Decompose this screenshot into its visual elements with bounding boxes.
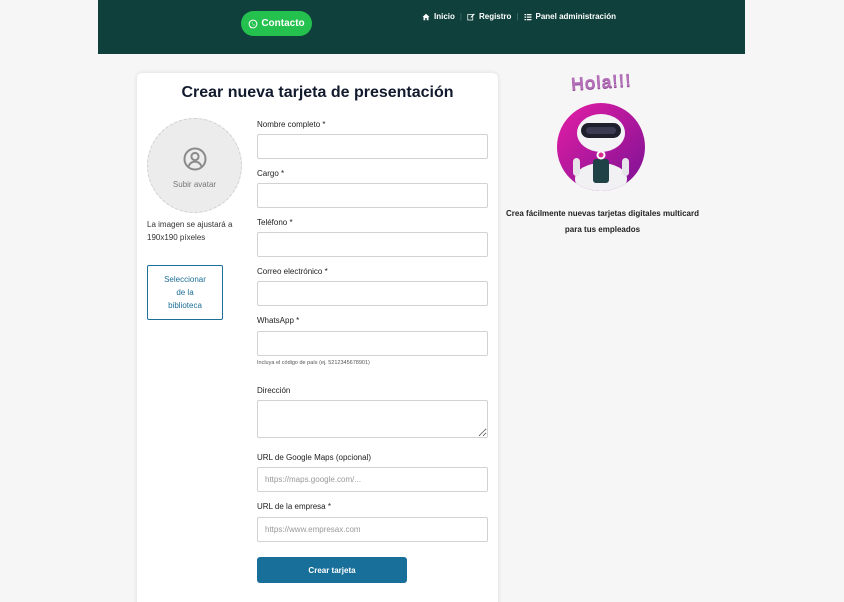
maps-url-field[interactable]	[257, 467, 488, 492]
company-url-label: URL de la empresa *	[257, 502, 331, 511]
nav-item-panel[interactable]: Panel administración	[524, 12, 616, 21]
address-label: Dirección	[257, 386, 291, 395]
nav-separator: |	[459, 12, 462, 21]
nav-label-inicio: Inicio	[434, 12, 455, 21]
edit-icon	[467, 13, 475, 20]
main-nav: Inicio | Registro | Panel administración	[422, 12, 616, 21]
full-name-label: Nombre completo *	[257, 120, 326, 129]
select-from-library-button[interactable]: Seleccionar de la biblioteca	[147, 265, 223, 320]
company-url-field[interactable]	[257, 517, 488, 542]
home-icon	[422, 13, 430, 20]
address-field[interactable]	[257, 400, 488, 438]
nav-label-registro: Registro	[478, 12, 512, 21]
avatar-label: Subir avatar	[172, 179, 217, 189]
avatar-upload[interactable]: Subir avatar	[147, 118, 242, 213]
create-card-button[interactable]: Crear tarjeta	[257, 557, 407, 583]
phone-field[interactable]	[257, 232, 488, 257]
nav-item-registro[interactable]: Registro	[467, 12, 511, 21]
contact-button[interactable]: Contacto	[241, 11, 312, 36]
create-card-form: Crear nueva tarjeta de presentación Subi…	[137, 73, 498, 602]
promo-text: Crea fácilmente nuevas tarjetas digitale…	[506, 209, 699, 234]
position-label: Cargo *	[257, 169, 285, 178]
phone-label: Teléfono *	[257, 218, 293, 227]
whatsapp-hint: Incluya el código de país (ej. 521234567…	[257, 360, 370, 366]
nav-item-inicio[interactable]: Inicio	[422, 12, 455, 21]
greeting-heading: Hola!!!	[570, 69, 633, 95]
whatsapp-icon	[248, 19, 258, 28]
maps-url-label: URL de Google Maps (opcional)	[257, 453, 371, 462]
email-field[interactable]	[257, 281, 488, 306]
image-size-note: La imagen se ajustará a 190x190 píxeles	[147, 220, 233, 242]
contact-button-label: Contacto	[261, 18, 305, 29]
whatsapp-field[interactable]	[257, 331, 488, 356]
list-icon	[524, 13, 531, 20]
robot-mascot-icon	[557, 103, 645, 191]
email-label: Correo electrónico *	[257, 267, 328, 276]
nav-label-panel: Panel administración	[535, 12, 616, 21]
whatsapp-label: WhatsApp *	[257, 316, 300, 325]
page-title: Crear nueva tarjeta de presentación	[181, 84, 454, 101]
full-name-field[interactable]	[257, 134, 488, 159]
top-navbar: Contacto Inicio | Registro | Panel admin…	[98, 0, 745, 54]
position-field[interactable]	[257, 183, 488, 208]
user-circle-icon	[183, 147, 206, 170]
nav-separator: |	[516, 12, 519, 21]
